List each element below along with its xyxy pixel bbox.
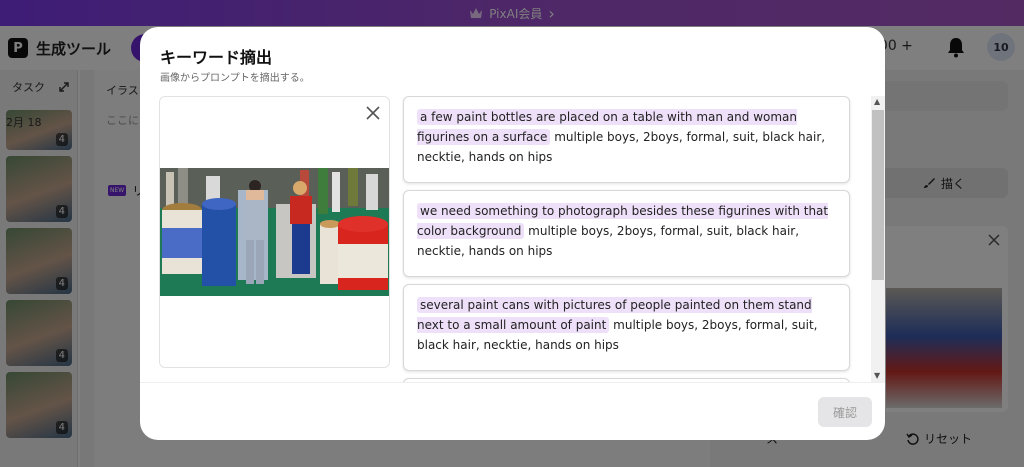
confirm-button[interactable]: 確認 — [818, 397, 872, 427]
prompt-scrollbar[interactable]: ▲ ▼ — [871, 96, 885, 383]
prompt-list: a few paint bottles are placed on a tabl… — [402, 96, 852, 382]
scroll-up-icon[interactable]: ▲ — [874, 97, 880, 106]
modal-subtitle: 画像からプロンプトを摘出する。 — [160, 73, 310, 84]
prompt-option[interactable]: several paint cans with pictures of peop… — [403, 284, 850, 371]
scrollbar-thumb[interactable] — [872, 110, 884, 280]
close-icon[interactable] — [365, 105, 381, 121]
modal-title: キーワード摘出 — [160, 48, 273, 67]
footer-divider — [140, 382, 885, 383]
figurines-photo — [160, 168, 389, 296]
prompt-option[interactable]: we need something to photograph besides … — [403, 190, 850, 277]
scroll-down-icon[interactable]: ▼ — [874, 371, 880, 380]
source-image-card — [159, 96, 390, 368]
keyword-extract-modal: キーワード摘出 画像からプロンプトを摘出する。 a few paint bott… — [140, 27, 885, 440]
source-image — [160, 168, 389, 296]
prompt-option[interactable]: a few paint bottles are placed on a tabl… — [403, 96, 850, 183]
